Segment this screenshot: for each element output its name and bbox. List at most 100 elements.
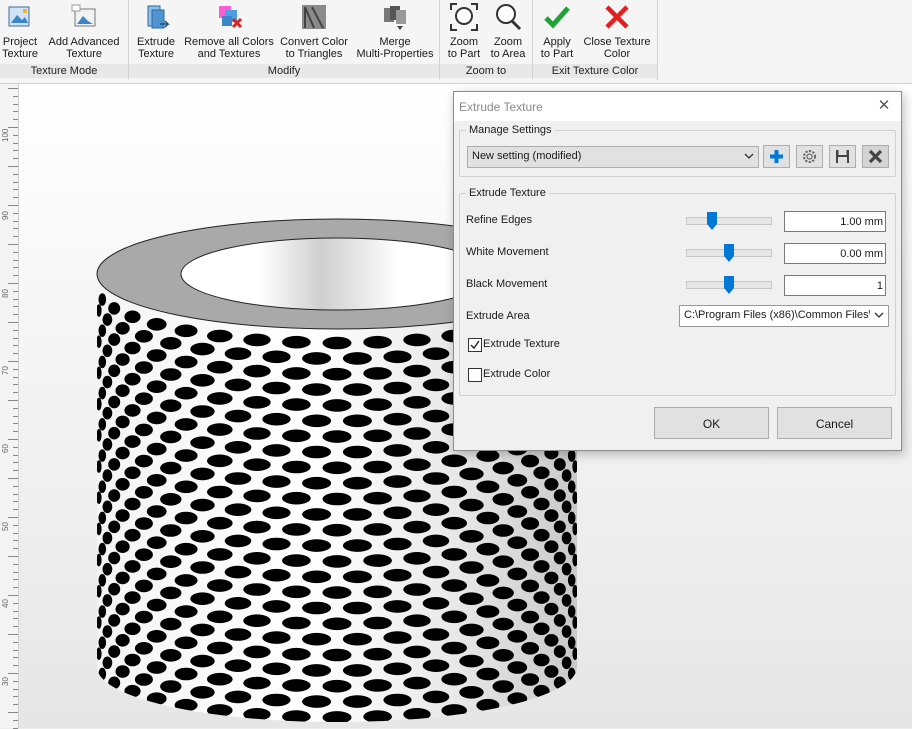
delete-setting-button[interactable] bbox=[862, 145, 889, 168]
perforation-hole bbox=[282, 460, 311, 474]
zoom-to-part-button[interactable]: Zoom to Part bbox=[444, 2, 484, 60]
extrude-texture-checkbox-label[interactable]: Extrude Texture bbox=[483, 338, 560, 350]
perforation-hole bbox=[302, 601, 332, 615]
perforation-hole bbox=[262, 662, 291, 676]
settings-gear-button[interactable] bbox=[796, 145, 823, 168]
perforation-hole bbox=[533, 591, 550, 604]
perforation-hole bbox=[115, 540, 130, 553]
perforation-hole bbox=[262, 444, 291, 457]
extrude-color-checkbox[interactable] bbox=[468, 368, 482, 382]
manage-settings-group: Manage Settings New setting (modified) bbox=[459, 124, 896, 177]
perforation-hole bbox=[224, 659, 252, 672]
perforation-hole bbox=[115, 602, 130, 616]
perforation-hole bbox=[160, 337, 182, 350]
dialog-close-icon[interactable]: ✕ bbox=[875, 97, 893, 115]
apply-to-part-button[interactable]: Apply to Part bbox=[537, 2, 577, 60]
perforation-hole bbox=[102, 469, 113, 482]
extrude-color-checkbox-label[interactable]: Extrude Color bbox=[483, 368, 550, 380]
perforation-hole bbox=[459, 498, 484, 512]
white-movement-input[interactable]: 0.00 mm bbox=[784, 243, 886, 264]
perforation-hole bbox=[207, 423, 233, 436]
perforation-hole bbox=[134, 548, 153, 561]
merge-multi-properties-button[interactable]: Merge Multi-Properties bbox=[355, 2, 435, 60]
perforation-hole bbox=[302, 664, 332, 677]
perforation-hole bbox=[553, 645, 566, 658]
add-setting-button[interactable] bbox=[763, 145, 790, 168]
perforation-hole bbox=[544, 665, 559, 678]
perforation-hole bbox=[441, 672, 468, 686]
zoom-to-area-button[interactable]: Zoom to Area bbox=[488, 2, 528, 60]
extrude-texture-checkbox[interactable] bbox=[468, 338, 482, 352]
save-setting-button[interactable] bbox=[829, 145, 856, 168]
perforation-hole bbox=[108, 551, 121, 565]
close-texture-color-button[interactable]: Close Texture Color bbox=[581, 2, 653, 60]
perforation-hole bbox=[363, 585, 392, 599]
slider-thumb[interactable] bbox=[724, 244, 734, 262]
perforation-hole bbox=[302, 570, 332, 584]
black-movement-input[interactable]: 1 bbox=[784, 275, 886, 296]
perforation-hole bbox=[322, 679, 352, 693]
refine-edges-slider[interactable] bbox=[686, 212, 772, 230]
dialog-titlebar[interactable]: Extrude Texture ✕ bbox=[454, 92, 901, 121]
extrude-texture-button[interactable]: Extrude Texture bbox=[135, 2, 177, 60]
perforation-hole bbox=[422, 441, 450, 454]
perforation-hole bbox=[567, 449, 576, 462]
perforation-hole bbox=[363, 616, 392, 630]
perforation-hole bbox=[174, 574, 198, 587]
perforation-hole bbox=[342, 664, 372, 677]
cancel-button[interactable]: Cancel bbox=[777, 407, 892, 439]
perforation-hole bbox=[102, 406, 113, 420]
ok-button[interactable]: OK bbox=[654, 407, 769, 439]
perforation-hole bbox=[97, 491, 102, 505]
perforation-hole bbox=[160, 430, 182, 444]
perforation-hole bbox=[476, 542, 500, 556]
perforation-hole bbox=[521, 610, 540, 624]
add-advanced-texture-button[interactable]: Add Advanced Texture bbox=[46, 2, 122, 60]
perforation-hole bbox=[459, 530, 484, 543]
perforation-hole bbox=[403, 645, 431, 659]
refine-edges-input[interactable]: 1.00 mm bbox=[784, 211, 886, 232]
perforation-hole bbox=[544, 478, 559, 491]
perforation-hole bbox=[174, 324, 198, 338]
extrude-area-dropdown[interactable]: C:\Program Files (x86)\Common Files\A bbox=[679, 305, 889, 327]
perforation-hole bbox=[146, 536, 167, 549]
perforation-hole bbox=[363, 710, 392, 722]
black-movement-slider[interactable] bbox=[686, 276, 772, 294]
settings-dropdown[interactable]: New setting (modified) bbox=[467, 146, 759, 168]
perforation-hole bbox=[342, 601, 372, 615]
white-movement-slider[interactable] bbox=[686, 244, 772, 262]
perforation-hole bbox=[383, 350, 412, 364]
perforation-hole bbox=[124, 653, 141, 667]
group-exit-texture-color: Apply to Part Close Texture Color Exit Tex… bbox=[533, 0, 658, 80]
project-texture-button[interactable]: Project Texture bbox=[0, 2, 40, 60]
perforation-hole bbox=[102, 500, 113, 514]
convert-color-button[interactable]: Convert Color to Triangles bbox=[279, 2, 349, 60]
perforation-hole bbox=[521, 642, 540, 655]
perforation-hole bbox=[561, 656, 572, 670]
perforation-hole bbox=[102, 531, 113, 545]
perforation-hole bbox=[342, 352, 372, 365]
slider-thumb[interactable] bbox=[724, 276, 734, 294]
perforation-hole bbox=[102, 687, 113, 701]
perforation-hole bbox=[160, 524, 182, 537]
perforation-hole bbox=[174, 449, 198, 462]
perforation-hole bbox=[383, 506, 412, 520]
perforation-hole bbox=[98, 324, 107, 337]
perforation-hole bbox=[134, 392, 153, 406]
perforation-hole bbox=[383, 600, 412, 613]
slider-thumb[interactable] bbox=[707, 212, 717, 230]
perforation-hole bbox=[102, 344, 113, 358]
perforation-hole bbox=[190, 686, 215, 699]
add-advanced-texture-label: Add Advanced bbox=[48, 36, 120, 48]
perforation-hole bbox=[108, 645, 121, 658]
perforation-hole bbox=[521, 486, 540, 499]
perforation-hole bbox=[97, 647, 102, 661]
perforation-hole bbox=[572, 460, 577, 473]
perforation-hole bbox=[403, 676, 431, 690]
perforation-hole bbox=[207, 516, 233, 530]
perforation-hole bbox=[403, 614, 431, 627]
close-texture-label: Close Texture bbox=[583, 36, 651, 48]
remove-colors-textures-button[interactable]: Remove all Colors and Textures bbox=[184, 2, 274, 60]
zoom-to-part-label-2: to Part bbox=[447, 48, 481, 60]
perforation-hole bbox=[492, 493, 514, 506]
